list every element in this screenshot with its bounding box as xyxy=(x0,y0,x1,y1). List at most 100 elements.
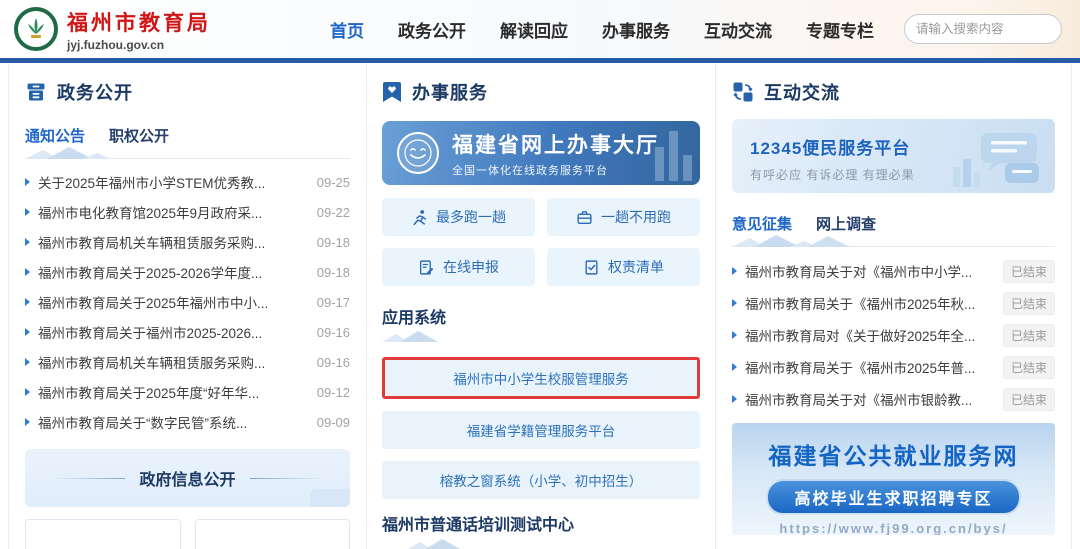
nav-interaction[interactable]: 互动交流 xyxy=(704,17,772,42)
arrow-bullet-icon xyxy=(25,268,30,276)
notice-date: 09-25 xyxy=(316,174,350,190)
info-link-box[interactable] xyxy=(194,519,350,549)
tab-opinion-collection[interactable]: 意见征集 xyxy=(732,213,792,234)
arrow-bullet-icon xyxy=(732,299,737,307)
quick-link-label: 在线申报 xyxy=(443,259,499,275)
notice-item[interactable]: 福州市教育局机关车辆租赁服务采购... 09-16 xyxy=(25,347,350,377)
opinion-title: 福州市教育局关于对《福州市中小学... xyxy=(745,265,973,280)
gov-info-disclosure-card[interactable]: 政府信息公开 xyxy=(25,449,350,507)
gov-info-disclosure-label: 政府信息公开 xyxy=(139,472,236,489)
notice-item[interactable]: 福州市教育局关于2025年度“好年华... 09-12 xyxy=(25,377,350,407)
graduate-recruitment-pill[interactable]: 高校毕业生求职招聘专区 xyxy=(766,479,1021,515)
quick-link-responsibility-list[interactable]: 权责清单 xyxy=(547,248,700,286)
nav-special-topics[interactable]: 专题专栏 xyxy=(806,17,874,42)
arrow-bullet-icon xyxy=(25,358,30,366)
card-corner-decor xyxy=(310,489,350,507)
arrow-bullet-icon xyxy=(732,331,737,339)
quick-link-online-declaration[interactable]: 在线申报 xyxy=(382,248,535,286)
online-service-hall-banner[interactable]: 福建省网上办事大厅 全国一体化在线政务服务平台 xyxy=(382,121,700,185)
opinion-item[interactable]: 福州市教育局关于《福州市2025年秋... 已结束 xyxy=(732,287,1055,319)
notice-date: 09-09 xyxy=(316,414,350,430)
arrow-bullet-icon xyxy=(25,388,30,396)
info-link-box[interactable] xyxy=(25,519,181,549)
quick-link-no-trip-needed[interactable]: 一趟不用跑 xyxy=(547,198,700,236)
building-silhouette-decor xyxy=(655,129,692,181)
opinion-item[interactable]: 福州市教育局关于《福州市2025年普... 已结束 xyxy=(732,351,1055,383)
notice-item[interactable]: 关于2025年福州市小学STEM优秀教... 09-25 xyxy=(25,167,350,197)
notice-item[interactable]: 福州市教育局机关车辆租赁服务采购... 09-18 xyxy=(25,227,350,257)
notice-title: 福州市教育局关于2025-2026学年度... xyxy=(38,266,263,281)
employment-service-banner[interactable]: 福建省公共就业服务网 高校毕业生求职招聘专区 https://www.fj99.… xyxy=(732,423,1055,535)
mountain-watermark xyxy=(382,331,438,342)
arrow-bullet-icon xyxy=(732,395,737,403)
info-link-boxes xyxy=(25,519,350,549)
quick-link-label: 一趟不用跑 xyxy=(601,209,671,225)
notice-item[interactable]: 福州市电化教育馆2025年9月政府采... 09-22 xyxy=(25,197,350,227)
opinion-list: 福州市教育局关于对《福州市中小学... 已结束 福州市教育局关于《福州市2025… xyxy=(732,255,1055,415)
employment-banner-url: https://www.fj99.org.cn/bys/ xyxy=(779,521,1008,535)
search-box[interactable] xyxy=(904,14,1077,44)
nav-interpretation[interactable]: 解读回应 xyxy=(500,17,568,42)
page: 福州市教育局 jyj.fuzhou.gov.cn 首页 政务公开 解读回应 办事… xyxy=(0,0,1080,549)
arrow-bullet-icon xyxy=(732,267,737,275)
notice-title: 福州市电化教育馆2025年9月政府采... xyxy=(38,206,263,221)
app-item-label: 福建省学籍管理服务平台 xyxy=(466,424,616,439)
app-item-student-registry[interactable]: 福建省学籍管理服务平台 xyxy=(382,411,700,449)
opinion-item[interactable]: 福州市教育局关于对《福州市中小学... 已结束 xyxy=(732,255,1055,287)
notice-title: 关于2025年福州市小学STEM优秀教... xyxy=(38,176,266,191)
arrow-bullet-icon xyxy=(25,238,30,246)
notice-item[interactable]: 福州市教育局关于“数字民管”系统... 09-09 xyxy=(25,407,350,437)
archive-box-icon xyxy=(27,83,45,101)
nav-home[interactable]: 首页 xyxy=(330,17,364,42)
banner-text: 福建省网上办事大厅 全国一体化在线政务服务平台 xyxy=(452,129,659,178)
arrow-bullet-icon xyxy=(25,328,30,336)
decor-line xyxy=(249,477,324,479)
notice-item[interactable]: 福州市教育局关于2025年福州市中小... 09-17 xyxy=(25,287,350,317)
interaction-tabs: 意见征集 网上调查 xyxy=(732,213,1055,247)
banner-subtitle: 全国一体化在线政务服务平台 xyxy=(452,164,608,177)
emblem-icon xyxy=(14,7,58,51)
quick-link-label: 最多跑一趟 xyxy=(436,209,506,225)
notice-item[interactable]: 福州市教育局关于2025-2026学年度... 09-18 xyxy=(25,257,350,287)
tab-online-survey[interactable]: 网上调查 xyxy=(816,213,876,234)
quick-link-max-one-trip[interactable]: 最多跑一趟 xyxy=(382,198,535,236)
nav-gov-info[interactable]: 政务公开 xyxy=(398,17,466,42)
putonghua-center-title: 福州市普通话培训测试中心 xyxy=(382,517,575,534)
tab-authority-disclosure[interactable]: 职权公开 xyxy=(109,125,169,146)
site-logo[interactable]: 福州市教育局 jyj.fuzhou.gov.cn xyxy=(14,7,211,52)
notice-date: 09-12 xyxy=(316,384,350,400)
notice-item[interactable]: 福州市教育局关于福州市2025-2026... 09-16 xyxy=(25,317,350,347)
gov-info-header: 政务公开 xyxy=(25,79,350,105)
tab-notices[interactable]: 通知公告 xyxy=(25,125,85,146)
search-input[interactable] xyxy=(916,22,1077,36)
site-name: 福州市教育局 xyxy=(67,11,211,35)
site-url: jyj.fuzhou.gov.cn xyxy=(67,37,165,52)
site-header: 福州市教育局 jyj.fuzhou.gov.cn 首页 政务公开 解读回应 办事… xyxy=(0,0,1080,58)
nav-services[interactable]: 办事服务 xyxy=(602,17,670,42)
arrow-bullet-icon xyxy=(732,363,737,371)
interaction-header: 互动交流 xyxy=(732,79,1055,105)
opinion-item[interactable]: 福州市教育局对《关于做好2025年全... 已结束 xyxy=(732,319,1055,351)
chat-bubbles-illustration xyxy=(953,133,1039,187)
app-system-list: 福州市中小学生校服管理服务 福建省学籍管理服务平台 榕教之窗系统（小学、初中招生… xyxy=(382,357,700,499)
notice-date: 09-18 xyxy=(316,234,350,250)
main-nav: 首页 政务公开 解读回应 办事服务 互动交流 专题专栏 xyxy=(330,17,874,42)
bookmark-heart-icon xyxy=(383,82,401,102)
app-item-uniform-management[interactable]: 福州市中小学生校服管理服务 xyxy=(382,357,700,399)
gov-info-title: 政务公开 xyxy=(57,83,133,103)
opinion-title: 福州市教育局关于《福州市2025年普... xyxy=(745,361,976,376)
arrow-bullet-icon xyxy=(25,178,30,186)
notice-date: 09-16 xyxy=(316,324,350,340)
services-panel: 办事服务 福建省网上办事大厅 全国一体化在线政务服务平台 最多跑一趟 一趟不用跑… xyxy=(367,63,715,549)
interaction-title: 互动交流 xyxy=(764,83,840,103)
services-title: 办事服务 xyxy=(412,83,488,103)
notice-title: 福州市教育局关于“数字民管”系统... xyxy=(38,416,248,431)
opinion-title: 福州市教育局对《关于做好2025年全... xyxy=(745,329,976,344)
opinion-item[interactable]: 福州市教育局关于对《福州市银龄教... 已结束 xyxy=(732,383,1055,415)
gov-info-panel: 政务公开 通知公告 职权公开 关于2025年福州市小学STEM优秀教... 09… xyxy=(9,63,366,549)
app-item-rongjiao-window[interactable]: 榕教之窗系统（小学、初中招生） xyxy=(382,461,700,499)
mountain-watermark xyxy=(407,539,461,549)
mountain-watermark xyxy=(25,147,111,159)
hotline-12345-banner[interactable]: 12345便民服务平台 有呼必应 有诉必理 有理必果 xyxy=(732,119,1055,193)
status-badge: 已结束 xyxy=(1002,291,1055,315)
